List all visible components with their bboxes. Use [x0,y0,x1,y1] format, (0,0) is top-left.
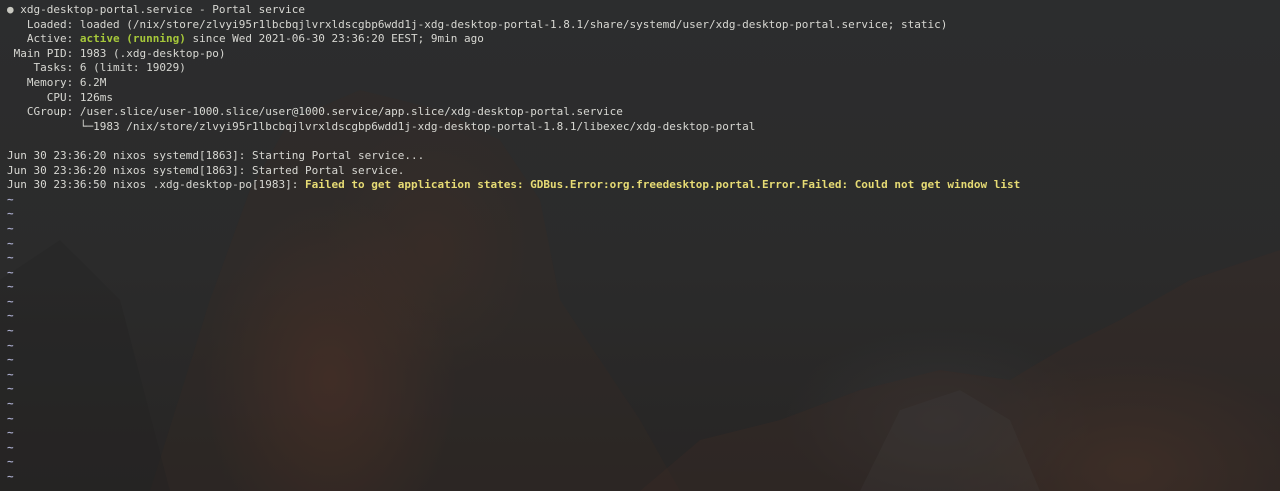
active-label: Active: [7,32,80,46]
active-state: active (running) [79,32,186,46]
tasks-line: Tasks: 6 (limit: 19029) [7,61,1280,76]
active-line: Active: active (running) since Wed 2021-… [7,32,1280,47]
log-message: Starting Portal service... [252,148,425,162]
empty-line-marker: ~ [7,382,14,396]
loaded-value: loaded (/nix/store/zlvyi95r1lbcbqjlvrxld… [79,17,948,31]
service-header-line: ● xdg-desktop-portal.service - Portal se… [7,3,1280,18]
cgroup-line: CGroup: /user.slice/user-1000.slice/user… [7,105,1280,120]
empty-line-marker: ~ [7,324,14,338]
empty-line-marker: ~ [7,426,14,440]
empty-line-marker: ~ [7,207,14,221]
empty-line-marker: ~ [7,440,14,454]
empty-line-marker: ~ [7,470,14,483]
terminal-window[interactable]: ● xdg-desktop-portal.service - Portal se… [0,0,1280,491]
tasks-value: 6 (limit: 19029) [79,61,186,75]
cgroup-value: /user.slice/user-1000.slice/user@1000.se… [79,105,623,119]
empty-line-marker: ~ [7,221,14,235]
empty-line-marker: ~ [7,309,14,323]
empty-line-marker: ~ [7,265,14,279]
empty-line-marker: ~ [7,192,14,206]
log-prefix: Jun 30 23:36:20 nixos systemd[1863]: [7,148,253,162]
empty-line-marker: ~ [7,251,14,265]
memory-value: 6.2M [79,75,107,89]
log-prefix: Jun 30 23:36:50 nixos .xdg-desktop-po[19… [7,178,306,192]
loaded-label: Loaded: [7,17,80,31]
tasks-label: Tasks: [7,61,80,75]
log-prefix: Jun 30 23:36:20 nixos systemd[1863]: [7,163,253,177]
status-bullet-icon: ● [7,3,14,16]
cpu-value: 126ms [79,90,113,104]
log-message: Started Portal service. [252,163,405,177]
log-warning-message: Failed to get application states: GDBus.… [305,178,1021,192]
log-line: Jun 30 23:36:50 nixos .xdg-desktop-po[19… [7,178,1280,193]
empty-line-marker: ~ [7,353,14,367]
main-pid-line: Main PID: 1983 (.xdg-desktop-po) [7,47,1280,62]
cpu-label: CPU: [7,90,80,104]
empty-line-marker: ~ [7,236,14,250]
cgroup-label: CGroup: [7,105,80,119]
empty-line-marker: ~ [7,455,14,469]
empty-line-marker: ~ [7,411,14,425]
empty-line-marker: ~ [7,338,14,352]
terminal-output: ● xdg-desktop-portal.service - Portal se… [7,3,1280,491]
main-pid-value: 1983 (.xdg-desktop-po) [79,46,226,60]
empty-line-marker: ~ [7,294,14,308]
cgroup-child-line: └─1983 /nix/store/zlvyi95r1lbcbqjlvrxlds… [7,119,756,133]
active-since: since Wed 2021-06-30 23:36:20 EEST; 9min… [185,32,484,46]
cpu-line: CPU: 126ms [7,91,1280,106]
empty-line-marker: ~ [7,367,14,381]
service-title: xdg-desktop-portal.service - Portal serv… [20,3,306,16]
log-line: Jun 30 23:36:20 nixos systemd[1863]: Sta… [7,164,1280,179]
loaded-line: Loaded: loaded (/nix/store/zlvyi95r1lbcb… [7,18,1280,33]
empty-line-marker: ~ [7,280,14,294]
log-line: Jun 30 23:36:20 nixos systemd[1863]: Sta… [7,149,1280,164]
memory-line: Memory: 6.2M [7,76,1280,91]
empty-line-marker: ~ [7,397,14,411]
memory-label: Memory: [7,75,80,89]
main-pid-label: Main PID: [7,46,80,60]
